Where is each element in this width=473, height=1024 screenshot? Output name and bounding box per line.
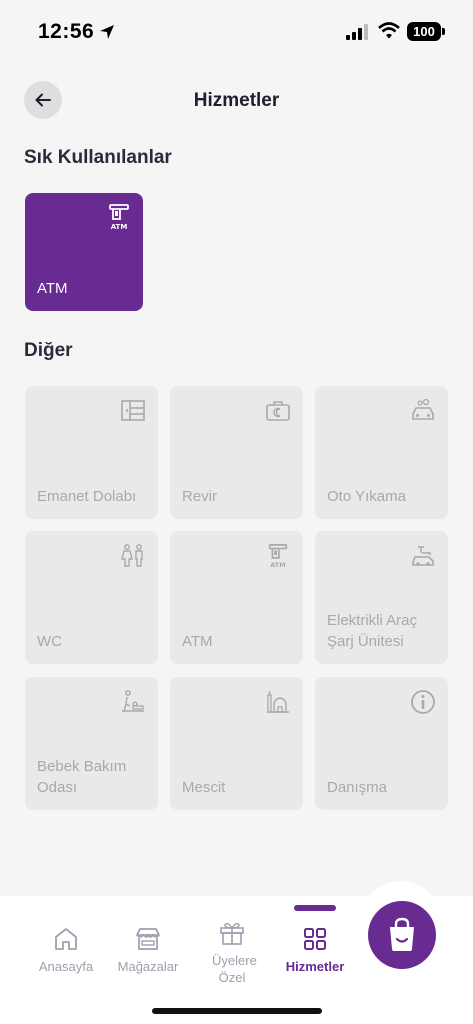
tile-label: Mescit [182, 779, 226, 796]
favorites-section-title: Sık Kullanılanlar [24, 147, 172, 168]
tile-label: Revir [182, 488, 218, 505]
nav-label: Hizmetler [285, 959, 345, 974]
nav-label: Mağazalar [117, 959, 179, 974]
tile-label: WC [37, 633, 62, 650]
shopping-bag-icon [390, 917, 414, 951]
active-tab-indicator [294, 905, 336, 911]
nav-label: Üyelere Özel [212, 953, 257, 985]
others-section-title: Diğer [24, 340, 73, 361]
tile-label: ATM [182, 633, 213, 650]
signal-icon [346, 24, 368, 40]
tile-bebek-bakim-odasi[interactable]: Bebek Bakım Odası [25, 677, 158, 810]
mosque-icon [267, 691, 289, 713]
tile-label: Bebek Bakım Odası [37, 758, 127, 796]
tile-label: Emanet Dolabı [37, 488, 137, 505]
tile-label: Danışma [327, 779, 388, 796]
wc-icon [121, 544, 143, 567]
svg-text:ATM: ATM [111, 223, 128, 231]
tile-elektrikli-arac-sarj[interactable]: Elektrikli Araç Şarj Ünitesi [315, 531, 448, 664]
status-bar: 12:56 100 [0, 0, 473, 62]
status-time: 12:56 [38, 20, 95, 43]
home-icon [55, 928, 77, 950]
favorite-tile-atm[interactable]: ATM ATM [25, 193, 143, 311]
nav-item-uyelere-ozel[interactable]: Üyelere Özel [192, 910, 272, 986]
tile-label: Elektrikli Araç Şarj Ünitesi [327, 612, 418, 650]
tile-label: ATM [37, 280, 68, 297]
nav-label: Anasayfa [38, 959, 94, 974]
location-arrow-icon [100, 25, 114, 39]
gift-icon [220, 922, 244, 945]
tile-oto-yikama[interactable]: Oto Yıkama [315, 386, 448, 519]
wifi-icon [378, 22, 400, 39]
tile-wc[interactable]: WC [25, 531, 158, 664]
tile-mescit[interactable]: Mescit [170, 677, 303, 810]
atm-icon: ATM [109, 204, 129, 231]
store-icon [136, 928, 160, 950]
svg-text:ATM: ATM [270, 561, 285, 569]
home-indicator [152, 1008, 322, 1014]
nav-item-anasayfa[interactable]: Anasayfa [26, 916, 106, 975]
nav-item-hizmetler[interactable]: Hizmetler [275, 916, 355, 975]
battery-level: 100 [413, 24, 435, 39]
atm-icon: ATM [268, 544, 288, 569]
ev-charging-icon [412, 546, 434, 566]
car-wash-icon [412, 398, 434, 420]
page-title: Hizmetler [193, 90, 280, 111]
medical-bag-icon [266, 401, 290, 421]
tile-emanet-dolabi[interactable]: Emanet Dolabı [25, 386, 158, 519]
tile-revir[interactable]: Revir [170, 386, 303, 519]
locker-icon [121, 400, 145, 421]
nav-item-magazalar[interactable]: Mağazalar [108, 916, 188, 975]
info-icon [411, 690, 435, 714]
grid-icon [304, 928, 326, 950]
battery-icon: 100 [407, 22, 445, 41]
baby-care-icon [122, 690, 144, 712]
tile-danisma[interactable]: Danışma [315, 677, 448, 810]
tile-label: Oto Yıkama [327, 488, 406, 505]
tile-atm[interactable]: ATM ATM [170, 531, 303, 664]
shopping-bag-button[interactable] [368, 901, 436, 969]
